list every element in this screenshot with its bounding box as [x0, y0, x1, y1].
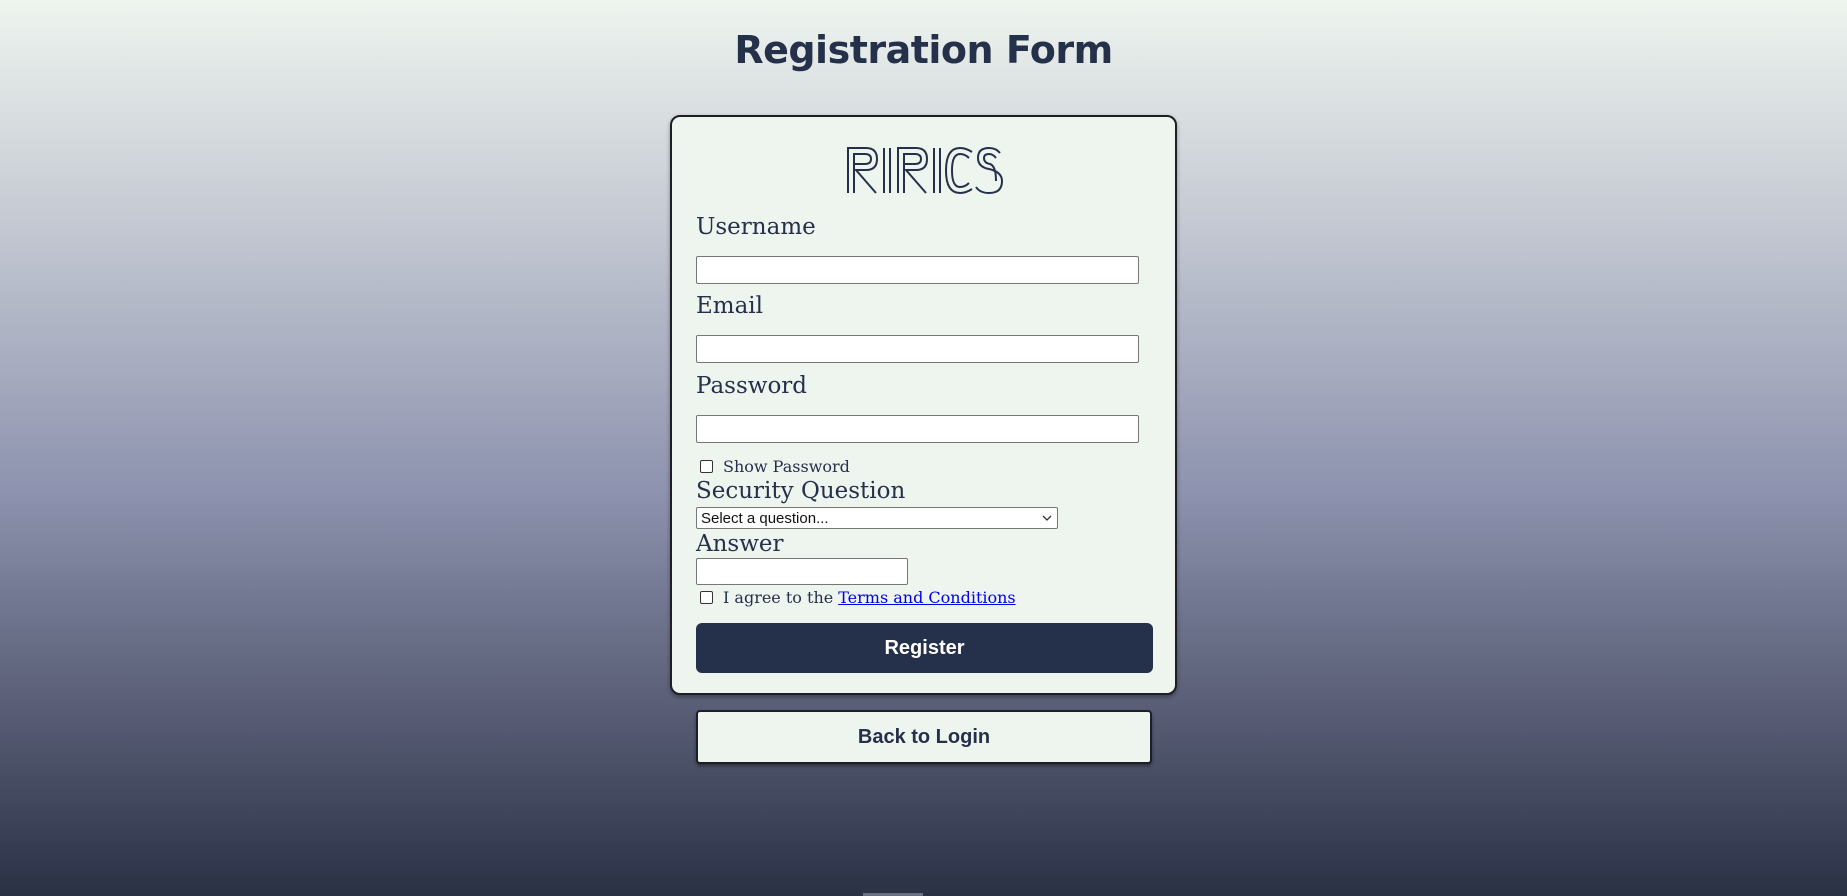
page-title: Registration Form [734, 28, 1113, 72]
logo [672, 145, 1175, 197]
chevron-down-icon [1042, 515, 1052, 521]
password-label: Password [696, 373, 808, 399]
answer-label: Answer [696, 531, 784, 557]
terms-checkbox[interactable] [700, 591, 713, 604]
back-to-login-button[interactable]: Back to Login [696, 710, 1152, 764]
terms-and-conditions-link[interactable]: Terms and Conditions [838, 588, 1015, 607]
answer-input[interactable] [696, 558, 908, 585]
username-label: Username [696, 214, 816, 240]
email-label: Email [696, 293, 764, 319]
show-password-checkbox[interactable] [700, 460, 713, 473]
terms-prefix-text: I agree to the [723, 588, 834, 607]
email-input[interactable] [696, 335, 1139, 363]
username-input[interactable] [696, 256, 1139, 284]
registration-card: Username Email Password Show Password Se… [670, 115, 1177, 695]
ririics-logo-icon [846, 146, 1003, 195]
register-button[interactable]: Register [696, 623, 1153, 673]
terms-row: I agree to the Terms and Conditions [700, 588, 1016, 607]
show-password-row: Show Password [700, 457, 850, 476]
security-question-label: Security Question [696, 478, 906, 504]
password-input[interactable] [696, 415, 1139, 443]
show-password-label: Show Password [723, 457, 850, 476]
security-question-select[interactable]: Select a question... [696, 507, 1058, 529]
security-question-selected: Select a question... [701, 509, 829, 527]
